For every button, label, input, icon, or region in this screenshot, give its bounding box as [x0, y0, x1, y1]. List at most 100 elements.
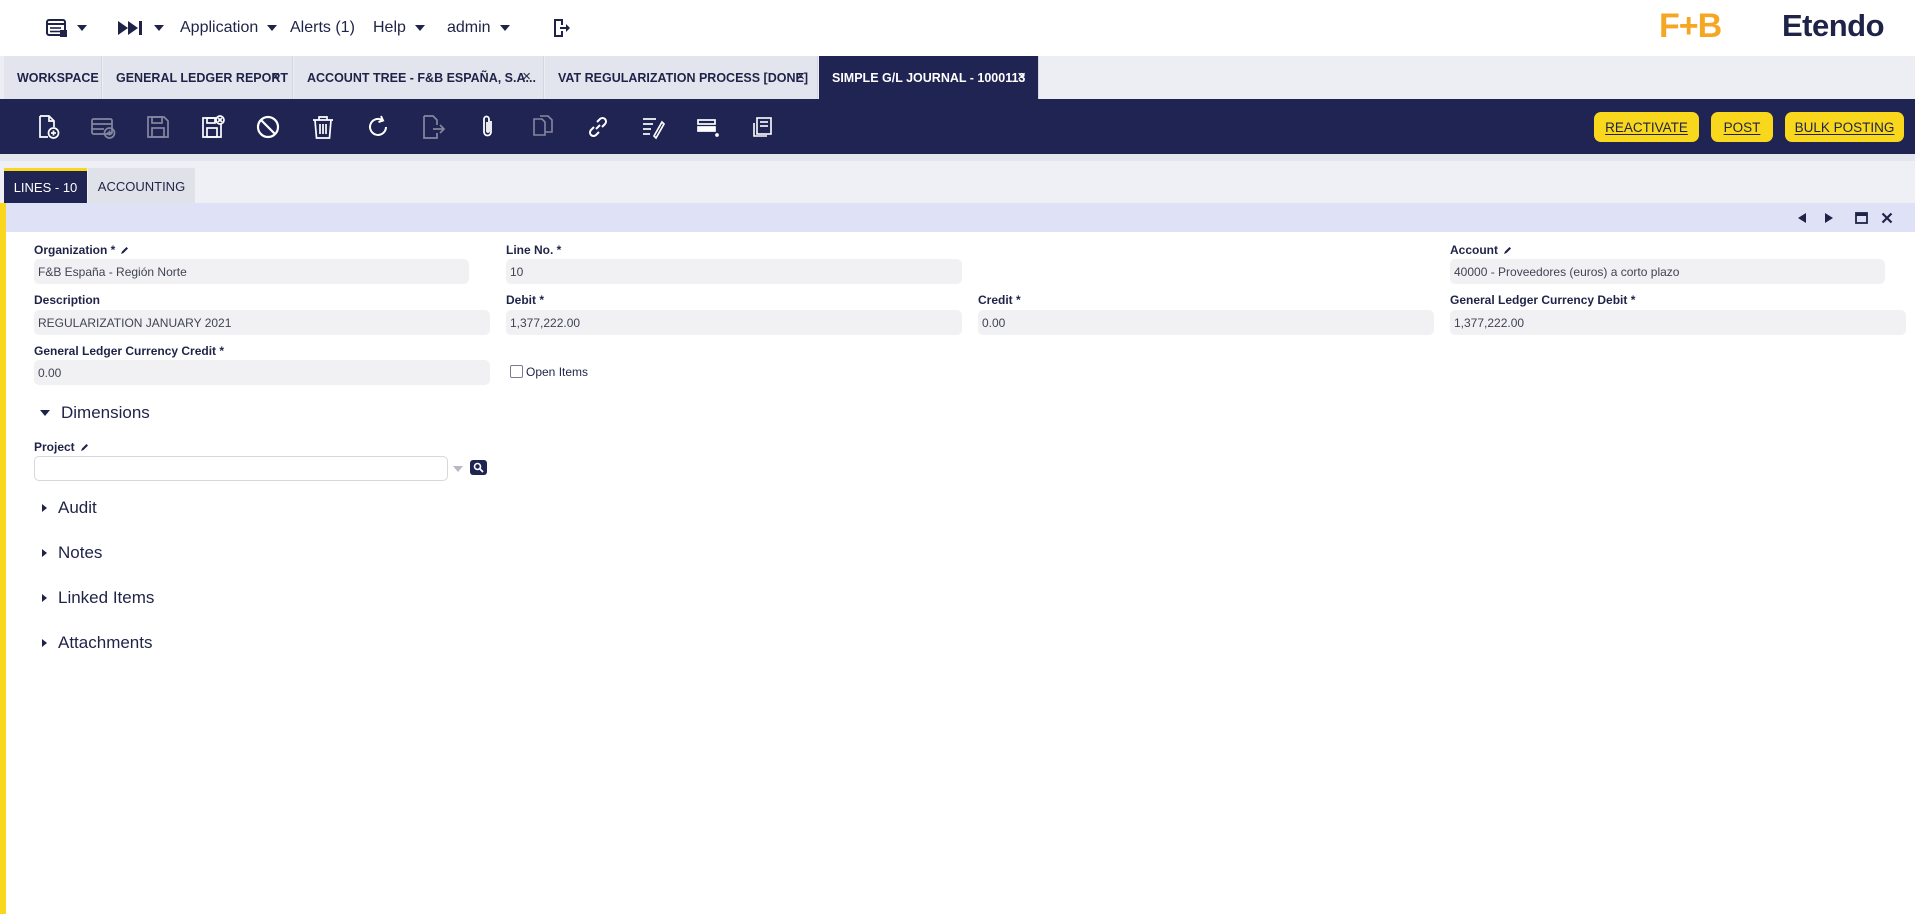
account-label: Account	[1450, 243, 1513, 257]
chevron-right-icon	[42, 504, 47, 512]
chevron-down-icon[interactable]	[453, 466, 463, 472]
description-label: Description	[34, 293, 101, 307]
audit-section-header[interactable]: Audit	[40, 497, 97, 519]
clone-icon	[533, 115, 553, 136]
audit-trail-button[interactable]	[639, 113, 667, 141]
sub-tab-strip: LINES - 10 ACCOUNTING	[0, 154, 1915, 204]
delete-button[interactable]	[309, 113, 337, 141]
project-field[interactable]	[34, 456, 448, 481]
new-row-icon	[91, 118, 116, 139]
chevron-right-icon	[42, 639, 47, 647]
linked-items-section-header[interactable]: Linked Items	[40, 587, 154, 609]
maximize-button[interactable]	[1853, 210, 1869, 226]
chevron-down-icon	[414, 25, 425, 31]
save-button[interactable]	[144, 113, 172, 141]
gl-currency-credit-field[interactable]: 0.00	[34, 360, 490, 385]
window-tab-workspace[interactable]: WORKSPACE	[4, 56, 102, 99]
next-record-button[interactable]	[1821, 210, 1837, 226]
attachments-section-header[interactable]: Attachments	[40, 632, 153, 654]
quick-launch-menu[interactable]	[46, 16, 87, 40]
new-document-button[interactable]	[34, 113, 62, 141]
tab-lines[interactable]: LINES - 10	[4, 168, 87, 204]
top-bar: Application Alerts (1) Help admin F+B Et…	[0, 0, 1915, 56]
save-close-button[interactable]	[199, 113, 227, 141]
fb-logo-text: F+B	[1659, 6, 1722, 45]
account-field[interactable]: 40000 - Proveedores (euros) a corto plaz…	[1450, 259, 1885, 284]
close-icon[interactable]: ×	[271, 69, 280, 84]
record-nav-strip	[6, 203, 1915, 232]
etendo-logo: Etendo	[1782, 8, 1885, 43]
dimensions-section-header[interactable]: Dimensions	[40, 402, 150, 424]
export-button[interactable]	[419, 113, 447, 141]
attachments-section-label: Attachments	[58, 633, 153, 652]
project-label-text: Project	[34, 440, 75, 454]
project-search-button[interactable]	[470, 460, 487, 475]
line-no-field[interactable]: 10	[506, 259, 962, 284]
chevron-right-icon	[42, 594, 47, 602]
organization-field[interactable]: F&B España - Región Norte	[34, 259, 469, 284]
window-tab-simple-gl-journal[interactable]: SIMPLE G/L JOURNAL - 1000113 ×	[819, 56, 1039, 99]
recent-views-menu[interactable]	[117, 16, 164, 40]
grid-view-button[interactable]	[694, 113, 722, 141]
chevron-down-icon	[267, 25, 278, 31]
previous-record-button[interactable]	[1794, 210, 1810, 226]
active-record-indicator	[0, 203, 6, 914]
logout-button[interactable]	[551, 16, 571, 40]
new-row-button[interactable]	[89, 113, 117, 141]
paperclip-icon	[483, 115, 492, 137]
undo-button[interactable]	[254, 113, 282, 141]
pencil-icon[interactable]	[119, 245, 130, 256]
window-tab-vat-regularization[interactable]: VAT REGULARIZATION PROCESS [DONE] ×	[545, 56, 818, 99]
window-tab-general-ledger-report[interactable]: GENERAL LEDGER REPORT ×	[103, 56, 293, 99]
logout-icon	[554, 19, 570, 37]
credit-field[interactable]: 0.00	[978, 310, 1434, 335]
chevron-down-icon	[154, 25, 164, 31]
window-tab-account-tree[interactable]: ACCOUNT TREE - F&B ESPAÑA, S.A... ×	[294, 56, 544, 99]
help-menu[interactable]: Help	[373, 16, 425, 40]
linked-items-section-label: Linked Items	[58, 588, 155, 607]
close-icon[interactable]: ×	[522, 69, 531, 84]
user-menu[interactable]: admin	[447, 16, 510, 40]
clone-button[interactable]	[529, 113, 557, 141]
tab-accounting[interactable]: ACCOUNTING	[88, 168, 195, 204]
project-label: Project	[34, 440, 90, 454]
fb-logo: F+B	[1659, 6, 1722, 45]
chevron-down-icon	[499, 25, 510, 31]
organization-label: Organization *	[34, 243, 130, 257]
pencil-icon[interactable]	[1502, 245, 1513, 256]
grid-view-icon	[697, 119, 719, 137]
tab-accounting-label: ACCOUNTING	[97, 178, 186, 194]
toolbar: REACTIVATE POST BULK POSTING	[0, 99, 1915, 154]
triangle-left-icon	[1798, 213, 1806, 223]
notes-section-header[interactable]: Notes	[40, 542, 102, 564]
print-button[interactable]	[749, 113, 777, 141]
attachment-button[interactable]	[474, 113, 502, 141]
window-tab-label: GENERAL LEDGER REPORT	[116, 70, 289, 85]
account-label-text: Account	[1450, 243, 1498, 257]
debit-field[interactable]: 1,377,222.00	[506, 310, 962, 335]
audit-trail-icon	[643, 118, 666, 140]
gl-currency-debit-field[interactable]: 1,377,222.00	[1450, 310, 1906, 335]
close-icon[interactable]: ×	[1017, 69, 1026, 84]
bulk-posting-button[interactable]: BULK POSTING	[1785, 112, 1904, 142]
reactivate-button[interactable]: REACTIVATE	[1594, 112, 1699, 142]
alerts-link[interactable]: Alerts (1)	[290, 16, 355, 40]
credit-label: Credit *	[978, 293, 1021, 307]
print-icon	[753, 117, 772, 137]
refresh-icon	[369, 115, 387, 136]
pencil-icon[interactable]	[79, 442, 90, 453]
close-icon[interactable]: ×	[796, 69, 805, 84]
save-icon	[147, 116, 169, 138]
audit-section-label: Audit	[58, 498, 97, 517]
link-button[interactable]	[584, 113, 612, 141]
close-form-button[interactable]	[1879, 210, 1895, 226]
description-field[interactable]: REGULARIZATION JANUARY 2021	[34, 310, 490, 335]
chevron-down-icon	[40, 410, 50, 416]
menu-list-icon	[46, 19, 67, 37]
application-menu[interactable]: Application	[180, 16, 278, 40]
post-button[interactable]: POST	[1711, 112, 1773, 142]
refresh-button[interactable]	[364, 113, 392, 141]
tab-lines-label: LINES - 10	[13, 180, 78, 195]
open-items-checkbox[interactable]	[510, 365, 523, 378]
search-icon	[473, 462, 484, 473]
